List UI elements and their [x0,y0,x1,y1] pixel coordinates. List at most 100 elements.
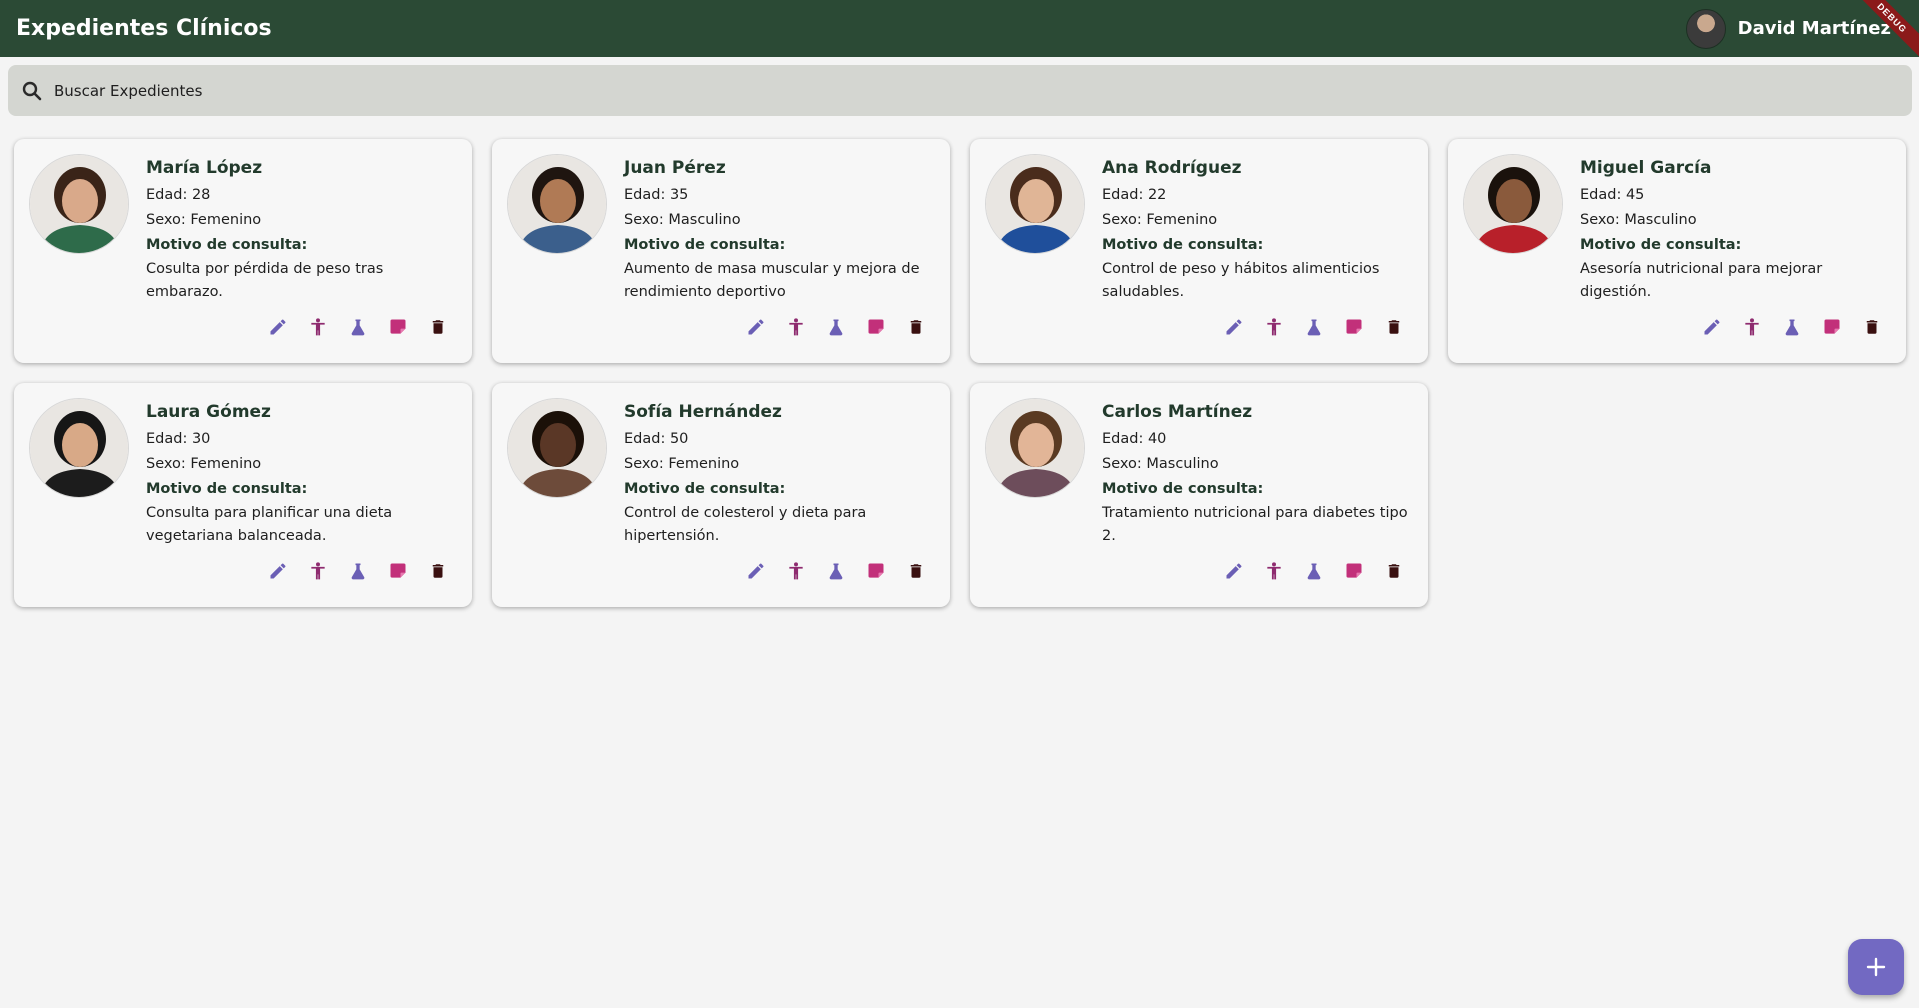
note-icon[interactable] [1820,315,1844,339]
patient-card[interactable]: Laura Gómez Edad: 30 Sexo: Femenino Motivo … [14,383,472,607]
person-icon[interactable] [306,315,330,339]
motivo-text: Cosulta por pérdida de peso tras embaraz… [146,261,384,300]
patient-avatar [1463,154,1563,254]
patient-age: Edad: 22 [1102,187,1167,203]
patient-sex: Sexo: Femenino [146,212,262,228]
person-icon[interactable] [306,559,330,583]
lab-flask-icon[interactable] [1302,315,1326,339]
delete-icon[interactable] [1382,315,1406,339]
search-input[interactable] [54,81,1900,100]
card-actions [744,559,928,583]
patient-name: Carlos Martínez [1102,402,1253,422]
patient-sex: Sexo: Femenino [1102,212,1218,228]
lab-flask-icon[interactable] [824,315,848,339]
edit-icon[interactable] [744,315,768,339]
patient-age: Edad: 50 [624,431,689,447]
motivo-label: Motivo de consulta: [624,237,786,253]
motivo-label: Motivo de consulta: [146,237,308,253]
patient-card[interactable]: Miguel García Edad: 45 Sexo: Masculino Moti… [1448,139,1906,363]
note-icon[interactable] [864,559,888,583]
motivo-label: Motivo de consulta: [1580,237,1742,253]
delete-icon[interactable] [426,559,450,583]
edit-icon[interactable] [1700,315,1724,339]
delete-icon[interactable] [1860,315,1884,339]
note-icon[interactable] [1342,315,1366,339]
app-bar: Expedientes Clínicos David Martínez DEBU… [0,0,1919,57]
note-icon[interactable] [864,315,888,339]
edit-icon[interactable] [744,559,768,583]
motivo-text: Tratamiento nutricional para diabetes ti… [1102,505,1408,544]
delete-icon[interactable] [904,315,928,339]
person-icon[interactable] [1262,559,1286,583]
patient-age: Edad: 30 [146,431,211,447]
motivo-text: Control de peso y hábitos alimenticios s… [1102,261,1380,300]
person-icon[interactable] [784,315,808,339]
lab-flask-icon[interactable] [1302,559,1326,583]
edit-icon[interactable] [266,559,290,583]
patient-card[interactable]: Ana Rodríguez Edad: 22 Sexo: Femenino Motiv… [970,139,1428,363]
app-title: Expedientes Clínicos [16,16,272,41]
patient-age: Edad: 28 [146,187,211,203]
user-avatar[interactable] [1685,8,1726,49]
motivo-label: Motivo de consulta: [1102,237,1264,253]
card-actions [266,315,450,339]
patient-card[interactable]: Sofía Hernández Edad: 50 Sexo: Femenino Mot… [492,383,950,607]
motivo-text: Asesoría nutricional para mejorar digest… [1580,261,1823,300]
patient-avatar [29,154,129,254]
card-actions [1222,559,1406,583]
card-actions [1222,315,1406,339]
patient-card[interactable]: María López Edad: 28 Sexo: Femenino Motivo … [14,139,472,363]
patient-avatar [985,154,1085,254]
motivo-label: Motivo de consulta: [624,481,786,497]
lab-flask-icon[interactable] [1780,315,1804,339]
patient-name: Laura Gómez [146,402,271,422]
search-icon [22,81,42,100]
patient-sex: Sexo: Masculino [1102,456,1219,472]
edit-icon[interactable] [1222,559,1246,583]
patient-age: Edad: 35 [624,187,689,203]
user-menu[interactable]: David Martínez [1685,8,1891,49]
edit-icon[interactable] [266,315,290,339]
plus-icon [1866,957,1886,977]
motivo-text: Control de colesterol y dieta para hiper… [624,505,867,544]
note-icon[interactable] [386,315,410,339]
motivo-label: Motivo de consulta: [146,481,308,497]
lab-flask-icon[interactable] [346,315,370,339]
delete-icon[interactable] [426,315,450,339]
patient-avatar [507,154,607,254]
patient-name: Miguel García [1580,158,1712,178]
patient-avatar [507,398,607,498]
lab-flask-icon[interactable] [346,559,370,583]
card-actions [1700,315,1884,339]
edit-icon[interactable] [1222,315,1246,339]
note-icon[interactable] [386,559,410,583]
delete-icon[interactable] [1382,559,1406,583]
person-icon[interactable] [784,559,808,583]
search-bar[interactable] [8,65,1912,116]
patient-age: Edad: 45 [1580,187,1645,203]
patient-sex: Sexo: Femenino [624,456,740,472]
patient-name: Juan Pérez [624,158,726,178]
person-icon[interactable] [1740,315,1764,339]
card-actions [266,559,450,583]
patient-name: María López [146,158,263,178]
add-patient-button[interactable] [1848,939,1904,995]
lab-flask-icon[interactable] [824,559,848,583]
motivo-text: Aumento de masa muscular y mejora de ren… [624,261,920,300]
patient-avatar [29,398,129,498]
person-icon[interactable] [1262,315,1286,339]
patient-grid: María López Edad: 28 Sexo: Femenino Motivo … [14,139,1906,607]
delete-icon[interactable] [904,559,928,583]
patient-card[interactable]: Juan Pérez Edad: 35 Sexo: Masculino Motivo … [492,139,950,363]
patient-card[interactable]: Carlos Martínez Edad: 40 Sexo: Masculino Mo… [970,383,1428,607]
note-icon[interactable] [1342,559,1366,583]
motivo-label: Motivo de consulta: [1102,481,1264,497]
card-actions [744,315,928,339]
user-name[interactable]: David Martínez [1738,18,1891,39]
patient-avatar [985,398,1085,498]
patient-name: Ana Rodríguez [1102,158,1242,178]
patient-sex: Sexo: Masculino [1580,212,1697,228]
patient-name: Sofía Hernández [624,402,782,422]
patient-age: Edad: 40 [1102,431,1167,447]
patient-sex: Sexo: Femenino [146,456,262,472]
